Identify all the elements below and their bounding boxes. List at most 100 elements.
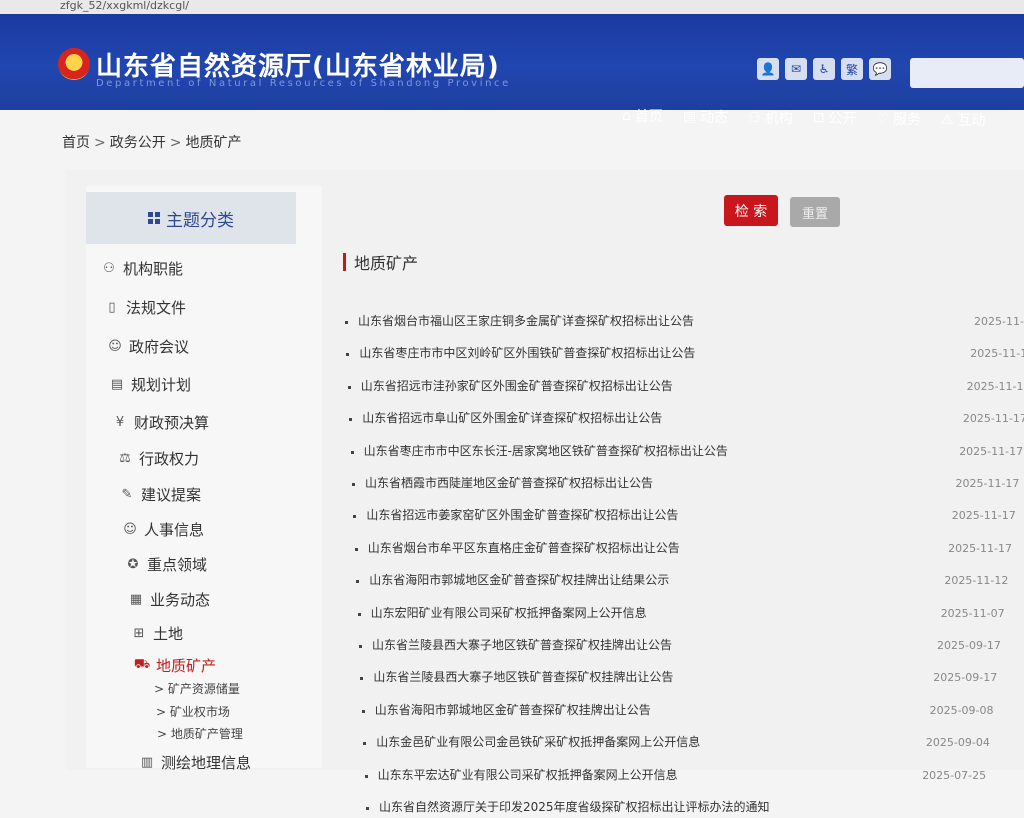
list-item-date: 2025-09-04 — [925, 736, 990, 750]
list-item-title[interactable]: 山东省兰陵县西大寨子地区铁矿普查探矿权挂牌出让公告 — [372, 636, 672, 653]
nav-label: 公开 — [828, 111, 857, 127]
org-icon: ⚇ — [103, 261, 115, 276]
list-item-title[interactable]: 山东省自然资源厅关于印发2025年度省级探矿权招标出让评标办法的通知 — [379, 798, 770, 815]
bullet-icon — [353, 515, 357, 519]
list-item-date: 2025-11-07 — [940, 606, 1005, 620]
list-item[interactable]: 山东金邑矿业有限公司金邑铁矿采矿权抵押备案网上公开信息 2025-09-04 — [0, 733, 1024, 753]
list-item-title[interactable]: 山东省海阳市郭城地区金矿普查探矿权挂牌出让公告 — [375, 701, 651, 718]
nav-service[interactable]: ♡ 服务 — [866, 108, 931, 130]
list-item[interactable]: 山东省栖霞市西陡崖地区金矿普查探矿权招标出让公告 2025-11-17 — [0, 474, 1024, 494]
site-header: 山东省自然资源厅(山东省林业局) Department of Natural R… — [0, 14, 1024, 129]
list-item-title[interactable]: 山东省枣庄市市中区刘岭矿区外围铁矿普查探矿权招标出让公告 — [359, 344, 695, 361]
list-item[interactable]: 山东省自然资源厅关于印发2025年度省级探矿权招标出让评标办法的通知 — [0, 798, 1024, 818]
site-search-input[interactable] — [910, 58, 1024, 88]
bullet-icon — [352, 483, 355, 486]
bullet-icon — [360, 677, 364, 681]
list-item-title[interactable]: 山东省兰陵县西大寨子地区铁矿普查探矿权挂牌出让公告 — [373, 668, 673, 685]
list-item[interactable]: 山东省兰陵县西大寨子地区铁矿普查探矿权挂牌出让公告 2025-09-17 — [0, 636, 1024, 656]
breadcrumb-current: 地质矿产 — [185, 135, 242, 151]
traditional-chinese-toggle[interactable]: 繁 — [841, 58, 863, 80]
heart-icon: ♡ — [876, 111, 889, 127]
star-icon: ✪ — [127, 557, 139, 572]
bullet-icon — [349, 418, 353, 422]
sidebar-heading: 主题分类 — [86, 192, 296, 244]
list-item-title[interactable]: 山东东平宏达矿业有限公司采矿权抵押备案网上公开信息 — [378, 766, 678, 783]
list-item-title[interactable]: 山东省招远市阜山矿区外围金矿详查探矿权招标出让公告 — [362, 409, 662, 426]
site-subtitle: Department of Natural Resources of Shand… — [96, 78, 511, 89]
list-item-title[interactable]: 山东省栖霞市西陡崖地区金矿普查探矿权招标出让公告 — [365, 474, 653, 491]
list-item[interactable]: 山东省海阳市郭城地区金矿普查探矿权挂牌出让公告 2025-09-08 — [0, 701, 1024, 721]
list-item[interactable]: 山东省海阳市郭城地区金矿普查探矿权挂牌出让结果公示 2025-11-12 — [0, 571, 1024, 591]
nav-label: 首页 — [634, 109, 663, 125]
list-item-title[interactable]: 山东金邑矿业有限公司金邑铁矿采矿权抵押备案网上公开信息 — [376, 733, 700, 750]
nav-organization[interactable]: ⚇ 机构 — [738, 105, 803, 130]
news-icon: ▤ — [682, 109, 697, 125]
interact-icon: ⚠ — [940, 112, 954, 128]
section-title: 地质矿产 — [343, 250, 418, 274]
list-item-date: 2025-07-25 — [922, 768, 987, 782]
list-item-date: 2025-11-17 — [959, 444, 1024, 458]
bullet-icon — [366, 807, 369, 810]
breadcrumb-home[interactable]: 首页 — [62, 135, 90, 151]
breadcrumb-separator: > — [94, 135, 106, 151]
nav-news[interactable]: ▤ 动态 — [673, 104, 738, 130]
list-item-title[interactable]: 山东省枣庄市市中区东长汪-居家窝地区铁矿普查探矿权招标出让公告 — [364, 442, 728, 459]
list-item-title[interactable]: 山东宏阳矿业有限公司采矿权抵押备案网上公开信息 — [371, 604, 647, 621]
nav-home[interactable]: ⌂ 首页 — [612, 102, 673, 130]
list-item[interactable]: 山东省枣庄市市中区东长汪-居家窝地区铁矿普查探矿权招标出让公告 2025-11-1… — [0, 442, 1024, 462]
list-item-date: 2025-11-1 — [970, 347, 1024, 361]
lock-icon: ⊡ — [812, 110, 825, 126]
user-icon[interactable]: 👤 — [757, 58, 779, 80]
main-nav: ⌂ 首页 ▤ 动态 ⚇ 机构 ⊡ 公开 ♡ 服务 ⚠ 互动 — [612, 102, 996, 130]
national-emblem-logo — [58, 48, 90, 80]
nav-public[interactable]: ⊡ 公开 — [803, 106, 867, 130]
home-icon: ⌂ — [622, 108, 631, 124]
url-text: zfgk_52/xxgkml/dzkcgl/ — [60, 0, 189, 12]
list-item-date: 2025-11-17 — [962, 412, 1024, 426]
list-item-date: 2025-11-17 — [955, 477, 1020, 490]
bullet-icon — [347, 385, 351, 389]
search-button[interactable]: 检 索 — [724, 195, 778, 226]
sidebar-item-org[interactable]: ⚇ 机构职能 — [101, 258, 183, 279]
list-item-date: 2025-09-08 — [929, 703, 994, 717]
list-item[interactable]: 山东东平宏达矿业有限公司采矿权抵押备案网上公开信息 2025-07-25 — [0, 766, 1024, 786]
bullet-icon — [356, 580, 360, 584]
nav-label: 互动 — [957, 113, 986, 129]
list-item-date: 2025-11-17 — [951, 509, 1016, 523]
breadcrumb-public[interactable]: 政务公开 — [110, 135, 166, 151]
list-item[interactable]: 山东省兰陵县西大寨子地区铁矿普查探矿权挂牌出让公告 2025-09-17 — [0, 668, 1024, 688]
list-item[interactable]: 山东省招远市洼孙家矿区外围金矿普查探矿权招标出让公告 2025-11-17 — [0, 377, 1024, 397]
bullet-icon — [350, 450, 354, 454]
header-tools: 👤 ✉ ♿ 繁 💬 — [757, 58, 891, 80]
mail-icon[interactable]: ✉ — [785, 58, 807, 80]
list-item-date: 2025-11-1 — [974, 315, 1024, 328]
list-item[interactable]: 山东宏阳矿业有限公司采矿权抵押备案网上公开信息 2025-11-07 — [0, 604, 1024, 624]
sidebar-item-label: 机构职能 — [123, 260, 184, 278]
accessibility-icon[interactable]: ♿ — [813, 58, 835, 80]
list-item-title[interactable]: 山东省海阳市郭城地区金矿普查探矿权挂牌出让结果公示 — [369, 571, 669, 588]
section-accent-bar — [343, 253, 346, 271]
list-item-title[interactable]: 山东省招远市姜家窑矿区外围金矿普查探矿权招标出让公告 — [366, 506, 678, 523]
list-item-title[interactable]: 山东省招远市洼孙家矿区外围金矿普查探矿权招标出让公告 — [361, 377, 673, 394]
list-item-date: 2025-11-12 — [944, 574, 1009, 588]
list-item-date: 2025-11-17 — [948, 541, 1013, 555]
bullet-icon — [354, 547, 358, 551]
nav-interact[interactable]: ⚠ 互动 — [931, 110, 996, 130]
list-item[interactable]: 山东省烟台市福山区王家庄铜多金属矿详查探矿权招标出让公告 2025-11-1 — [0, 312, 1024, 332]
list-item-title[interactable]: 山东省烟台市牟平区东直格庄金矿普查探矿权招标出让公告 — [368, 539, 680, 556]
wechat-icon[interactable]: 💬 — [869, 58, 891, 80]
list-item[interactable]: 山东省招远市阜山矿区外围金矿详查探矿权招标出让公告 2025-11-17 — [0, 409, 1024, 429]
list-item[interactable]: 山东省烟台市牟平区东直格庄金矿普查探矿权招标出让公告 2025-11-17 — [0, 539, 1024, 559]
list-item-title[interactable]: 山东省烟台市福山区王家庄铜多金属矿详查探矿权招标出让公告 — [358, 312, 694, 329]
breadcrumb: 首页 > 政务公开 > 地质矿产 — [62, 132, 241, 152]
list-item[interactable]: 山东省招远市姜家窑矿区外围金矿普查探矿权招标出让公告 2025-11-17 — [0, 506, 1024, 526]
nav-label: 服务 — [892, 112, 921, 128]
org-icon: ⚇ — [748, 109, 761, 126]
bullet-icon — [345, 321, 348, 324]
bullet-icon — [346, 353, 350, 357]
bullet-icon — [357, 612, 361, 616]
breadcrumb-separator: > — [169, 135, 182, 151]
list-item[interactable]: 山东省枣庄市市中区刘岭矿区外围铁矿普查探矿权招标出让公告 2025-11-1 — [0, 344, 1024, 364]
bullet-icon — [364, 774, 368, 778]
reset-button[interactable]: 重置 — [790, 197, 840, 227]
